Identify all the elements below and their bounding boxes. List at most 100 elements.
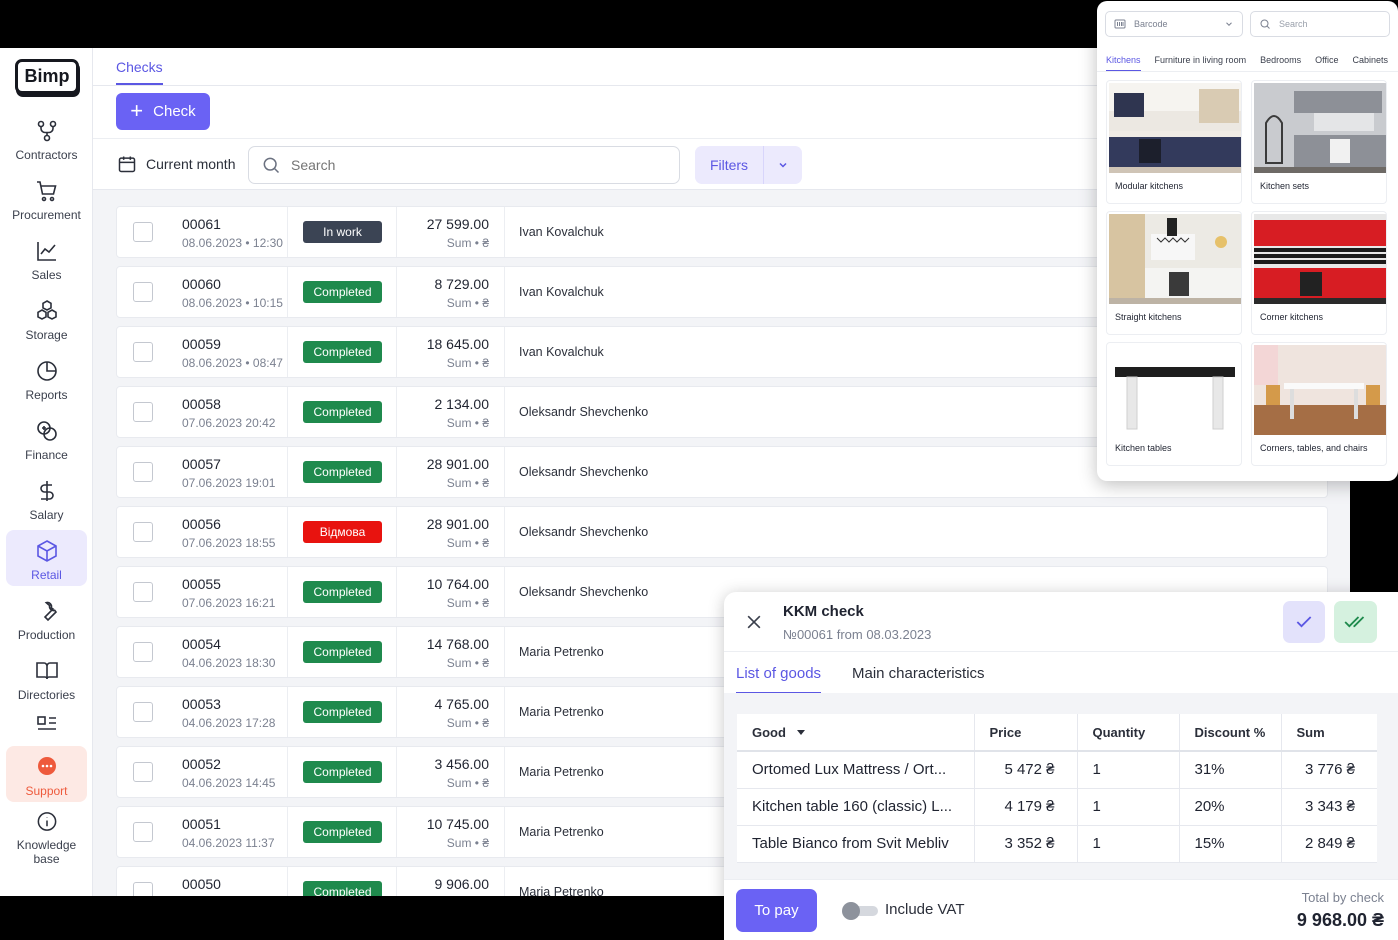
goods-row[interactable]: Kitchen table 160 (classic) L... 4 179 ₴ 1… — [737, 788, 1377, 826]
good-quantity[interactable]: 1 — [1077, 825, 1180, 863]
row-checkbox[interactable] — [133, 882, 153, 896]
sidebar-item-storage[interactable]: Storage — [6, 290, 87, 346]
vat-toggle[interactable] — [842, 902, 878, 920]
catalog-search[interactable]: Search — [1250, 11, 1390, 37]
search-field[interactable] — [248, 146, 680, 184]
check-number: 00060 — [182, 276, 221, 292]
bimp-logo[interactable]: Bimp — [15, 59, 79, 94]
category-card-straight-kitchens[interactable]: Straight kitchens — [1106, 211, 1242, 335]
sidebar-item-salary[interactable]: Salary — [6, 470, 87, 526]
column-divider — [504, 447, 505, 497]
row-checkbox[interactable] — [133, 522, 153, 542]
column-sum[interactable]: Sum — [1281, 714, 1377, 752]
tab-checks[interactable]: Checks — [116, 59, 163, 85]
good-name: Kitchen table 160 (classic) L... — [737, 788, 975, 826]
goods-row[interactable]: Ortomed Lux Mattress / Ort... 5 472 ₴ 1 31%… — [737, 751, 1377, 789]
check-date: 04.06.2023 11:37 — [182, 836, 275, 850]
check-sum-label: Sum • ₴ — [446, 296, 489, 310]
row-checkbox[interactable] — [133, 822, 153, 842]
check-date: 04.06.2023 14:45 — [182, 776, 276, 790]
good-discount[interactable]: 15% — [1179, 825, 1282, 863]
filters-label: Filters — [709, 157, 749, 173]
catalog-tab-cabinets[interactable]: Cabinets — [1352, 55, 1388, 70]
sidebar-item-label: Procurement — [12, 208, 81, 222]
column-discount[interactable]: Discount % — [1179, 714, 1282, 752]
barcode-select[interactable]: Barcode — [1105, 11, 1243, 37]
goods-table: Good Price Quantity Discount % Sum Ortom… — [737, 714, 1377, 863]
tab-main-characteristics[interactable]: Main characteristics — [852, 665, 985, 682]
row-checkbox[interactable] — [133, 342, 153, 362]
confirm-and-close-button[interactable] — [1334, 601, 1377, 643]
category-card-kitchen-sets[interactable]: Kitchen sets — [1251, 80, 1387, 204]
check-date: 08.06.2023 • 12:30 — [182, 236, 283, 250]
sidebar-item-support[interactable]: Support — [6, 746, 87, 802]
sidebar-item-sales[interactable]: Sales — [6, 230, 87, 286]
column-quantity[interactable]: Quantity — [1077, 714, 1180, 752]
vat-label: Include VAT — [885, 901, 965, 918]
catalog-tab-kitchens[interactable]: Kitchens — [1106, 55, 1141, 72]
category-card-kitchen-tables[interactable]: Kitchen tables — [1106, 342, 1242, 466]
list-icon[interactable] — [35, 714, 59, 730]
row-checkbox[interactable] — [133, 222, 153, 242]
row-checkbox[interactable] — [133, 402, 153, 422]
catalog-tabs: Kitchens Furniture in living room Bedrooms… — [1106, 50, 1398, 72]
sidebar-item-finance[interactable]: Finance — [6, 410, 87, 466]
check-number: 00058 — [182, 396, 221, 412]
good-quantity[interactable]: 1 — [1077, 751, 1180, 789]
sidebar-item-directories[interactable]: Directories — [6, 650, 87, 706]
goods-row[interactable]: Table Bianco from Svit Mebliv 3 352 ₴ 1 15%… — [737, 825, 1377, 863]
check-sum-label: Sum • ₴ — [446, 536, 489, 550]
close-icon[interactable] — [744, 612, 764, 632]
toggle-knob — [842, 902, 860, 920]
category-card-modular-kitchens[interactable]: Modular kitchens — [1106, 80, 1242, 204]
row-checkbox[interactable] — [133, 282, 153, 302]
sidebar-item-contractors[interactable]: Contractors — [6, 110, 87, 166]
column-divider — [504, 627, 505, 677]
good-sum: 2 849 ₴ — [1281, 825, 1377, 863]
row-checkbox[interactable] — [133, 582, 153, 602]
period-selector[interactable]: Current month — [117, 154, 235, 174]
good-discount[interactable]: 20% — [1179, 788, 1282, 826]
column-good[interactable]: Good — [737, 714, 975, 752]
sidebar-item-procurement[interactable]: Procurement — [6, 170, 87, 226]
filters-button[interactable]: Filters — [695, 146, 802, 184]
row-checkbox[interactable] — [133, 462, 153, 482]
check-sum-label: Sum • ₴ — [446, 836, 489, 850]
check-number: 00054 — [182, 636, 221, 652]
good-discount[interactable]: 31% — [1179, 751, 1282, 789]
cart-icon — [36, 181, 57, 202]
add-check-button[interactable]: + Check — [116, 93, 210, 130]
column-divider — [396, 447, 397, 497]
to-pay-button[interactable]: To pay — [736, 889, 817, 932]
tab-list-of-goods[interactable]: List of goods — [736, 665, 822, 694]
catalog-tab-bedrooms[interactable]: Bedrooms — [1260, 55, 1301, 70]
catalog-tab-office[interactable]: Office — [1315, 55, 1338, 70]
chevron-down-icon[interactable] — [764, 159, 802, 171]
category-caption: Kitchen tables — [1115, 443, 1172, 453]
check-number: 00059 — [182, 336, 221, 352]
sidebar-item-knowledge-base[interactable]: Knowledge base — [6, 810, 87, 870]
sidebar-item-label: Reports — [25, 388, 68, 402]
catalog-tab-living-room[interactable]: Furniture in living room — [1155, 55, 1247, 70]
row-checkbox[interactable] — [133, 642, 153, 662]
category-card-corners-tables-chairs[interactable]: Corners, tables, and chairs — [1251, 342, 1387, 466]
confirm-button[interactable] — [1283, 601, 1325, 643]
sidebar-item-production[interactable]: Production — [6, 590, 87, 646]
row-checkbox[interactable] — [133, 762, 153, 782]
contractor-name: Ivan Kovalchuk — [519, 285, 604, 299]
contractor-name: Oleksandr Shevchenko — [519, 405, 649, 419]
status-badge: Completed — [303, 701, 382, 723]
category-card-corner-kitchens[interactable]: Corner kitchens — [1251, 211, 1387, 335]
sidebar-item-reports[interactable]: Reports — [6, 350, 87, 406]
column-price[interactable]: Price — [974, 714, 1078, 752]
check-sum: 4 765.00 — [434, 696, 490, 712]
search-input[interactable] — [291, 157, 651, 173]
check-row[interactable]: 00056 07.06.2023 18:55 Відмова 28 901.00 Sum… — [116, 506, 1328, 558]
good-name: Ortomed Lux Mattress / Ort... — [737, 751, 975, 789]
good-quantity[interactable]: 1 — [1077, 788, 1180, 826]
sidebar-item-retail[interactable]: Retail — [6, 530, 87, 586]
row-checkbox[interactable] — [133, 702, 153, 722]
goods-header-row: Good Price Quantity Discount % Sum — [737, 714, 1377, 752]
check-sum-label: Sum • ₴ — [446, 716, 489, 730]
calendar-icon — [118, 156, 136, 173]
